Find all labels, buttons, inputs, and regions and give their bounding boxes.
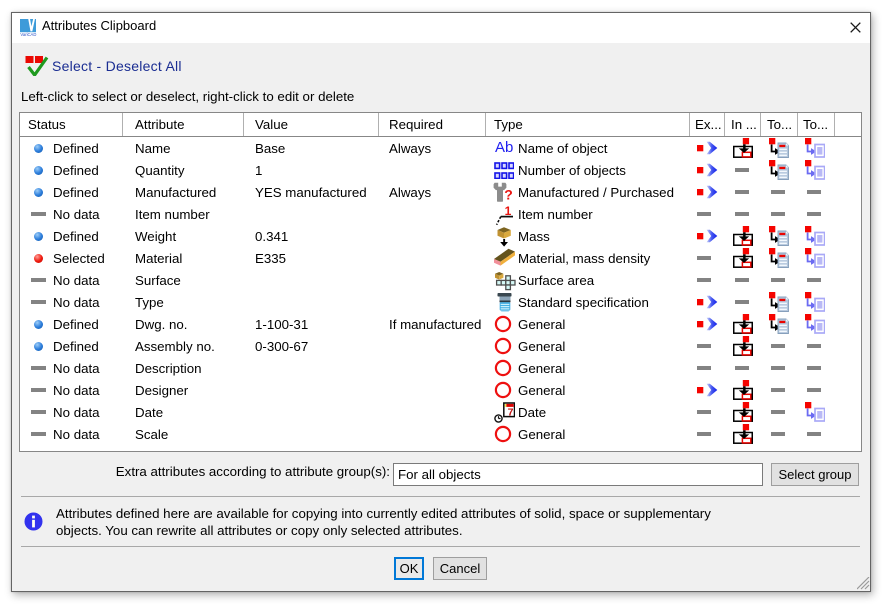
svg-text:VariCAD: VariCAD (20, 32, 36, 37)
